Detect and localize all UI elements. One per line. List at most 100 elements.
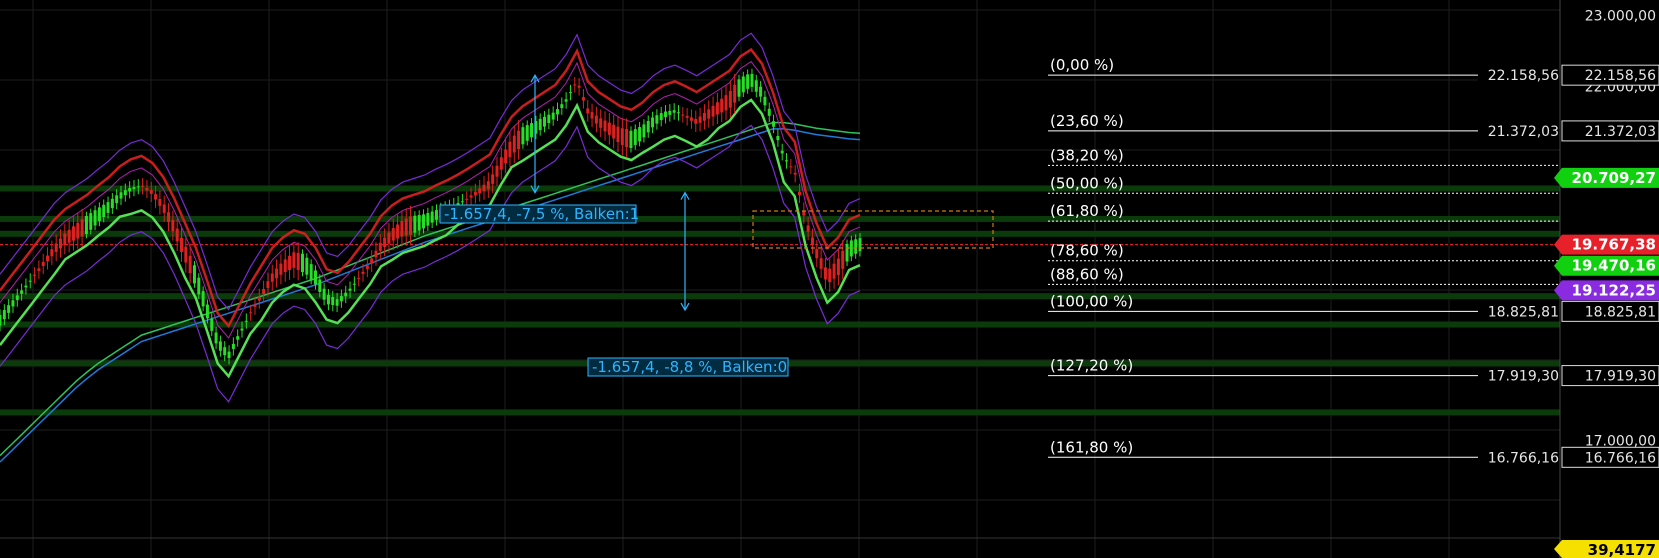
candle — [737, 74, 741, 102]
candle-body — [715, 102, 719, 115]
candle — [279, 254, 283, 285]
fib-level-label: (0,00 %) — [1050, 56, 1114, 74]
fib-price-label: 21.372,03 — [1488, 124, 1559, 140]
fibonacci-retracement[interactable]: (0,00 %) 22.158,56 (23,60 %) 21.372,03 (38,2… — [1048, 56, 1562, 467]
fib-level[interactable]: (88,60 %) — [1048, 265, 1562, 285]
candle-body — [24, 285, 28, 288]
candle-body — [93, 210, 97, 226]
candle — [551, 106, 555, 126]
candle-body — [318, 279, 322, 292]
price-axis[interactable]: 23.000,0022.000,0017.000,0022.158,5621.3… — [1554, 0, 1659, 558]
candle-body — [253, 304, 257, 307]
candle — [694, 110, 698, 133]
candle — [832, 253, 836, 289]
indicator-badge[interactable]: 39,4177 — [1554, 540, 1659, 558]
fib-level-label: (161,80 %) — [1050, 438, 1133, 456]
candle-body — [832, 263, 836, 279]
axis-price-label: 18.825,81 — [1585, 304, 1656, 320]
candle-body — [41, 261, 45, 267]
candle-body — [335, 299, 339, 306]
candle-body — [543, 116, 547, 127]
price-badge[interactable]: 19.470,16 — [1554, 255, 1659, 276]
candle — [599, 109, 603, 137]
price-badge[interactable]: 19.767,38 — [1554, 234, 1659, 255]
candle — [236, 329, 240, 347]
candle-body — [849, 240, 853, 257]
candle-body — [517, 130, 521, 149]
candle — [63, 224, 67, 255]
candle-body — [365, 265, 369, 270]
candle-body — [348, 288, 352, 291]
candle-body — [71, 226, 75, 241]
candle — [352, 276, 356, 292]
candle-body — [7, 305, 11, 313]
candle-body — [724, 95, 728, 111]
candle-body — [76, 222, 80, 239]
candle-body — [638, 127, 642, 142]
candle — [659, 106, 663, 127]
candle-body — [46, 255, 50, 262]
candle-body — [236, 336, 240, 340]
candle — [41, 253, 45, 275]
fib-price-label: 16.766,16 — [1488, 450, 1559, 466]
candle — [746, 69, 750, 94]
price-badge[interactable]: 20.709,27 — [1554, 167, 1659, 188]
candle-body — [633, 129, 637, 145]
candle-body — [810, 237, 814, 246]
candle-body — [702, 112, 706, 121]
candle-body — [741, 76, 745, 93]
candle — [253, 296, 257, 315]
candle — [486, 172, 490, 199]
candle — [270, 264, 274, 291]
candle-body — [607, 122, 611, 135]
candle-body — [54, 243, 58, 252]
candle-body — [547, 114, 551, 124]
axis-price-label: 16.766,16 — [1585, 450, 1656, 466]
candle — [322, 283, 326, 306]
candle-body — [132, 187, 136, 190]
candle-body — [357, 278, 361, 280]
candle — [430, 206, 434, 229]
candle-body — [737, 79, 741, 97]
candle-body — [854, 239, 858, 254]
candle-body — [106, 202, 110, 213]
candle-body — [694, 118, 698, 124]
trading-chart[interactable]: (0,00 %) 22.158,56 (23,60 %) 21.372,03 (38,2… — [0, 0, 1659, 558]
candle-body — [422, 214, 426, 229]
candle-body — [167, 212, 171, 223]
candle-body — [33, 274, 37, 276]
candle — [681, 107, 685, 123]
candle — [793, 165, 797, 183]
candle-body — [119, 192, 123, 199]
fib-level-label: (38,20 %) — [1050, 146, 1124, 164]
candle-body — [145, 187, 149, 191]
candle-body — [97, 207, 101, 222]
candle — [754, 74, 758, 98]
fib-level[interactable]: (23,60 %) 21.372,03 — [1048, 112, 1562, 140]
candle-body — [149, 189, 153, 194]
candle-body — [201, 291, 205, 307]
candle-body — [776, 135, 780, 141]
candle — [849, 235, 853, 262]
candle-body — [67, 229, 71, 243]
candle-body — [560, 104, 564, 109]
candle-body — [257, 296, 261, 301]
candle — [698, 107, 702, 132]
fib-level[interactable]: (38,20 %) — [1048, 146, 1562, 166]
candle-body — [525, 125, 529, 141]
candle — [646, 115, 650, 138]
candle-body — [603, 120, 607, 132]
fib-level[interactable]: (161,80 %) 16.766,16 — [1048, 438, 1562, 467]
candle — [296, 242, 300, 281]
price-badge[interactable]: 19.122,25 — [1554, 280, 1659, 301]
candle — [214, 326, 218, 349]
candle-body — [473, 191, 477, 196]
candle-body — [815, 249, 819, 259]
candle — [512, 125, 516, 163]
candle-body — [409, 216, 413, 235]
candle — [789, 158, 793, 175]
fib-price-label: 18.825,81 — [1488, 304, 1559, 320]
candle-body — [495, 165, 499, 177]
candle-body — [210, 318, 214, 331]
candle — [357, 270, 361, 287]
